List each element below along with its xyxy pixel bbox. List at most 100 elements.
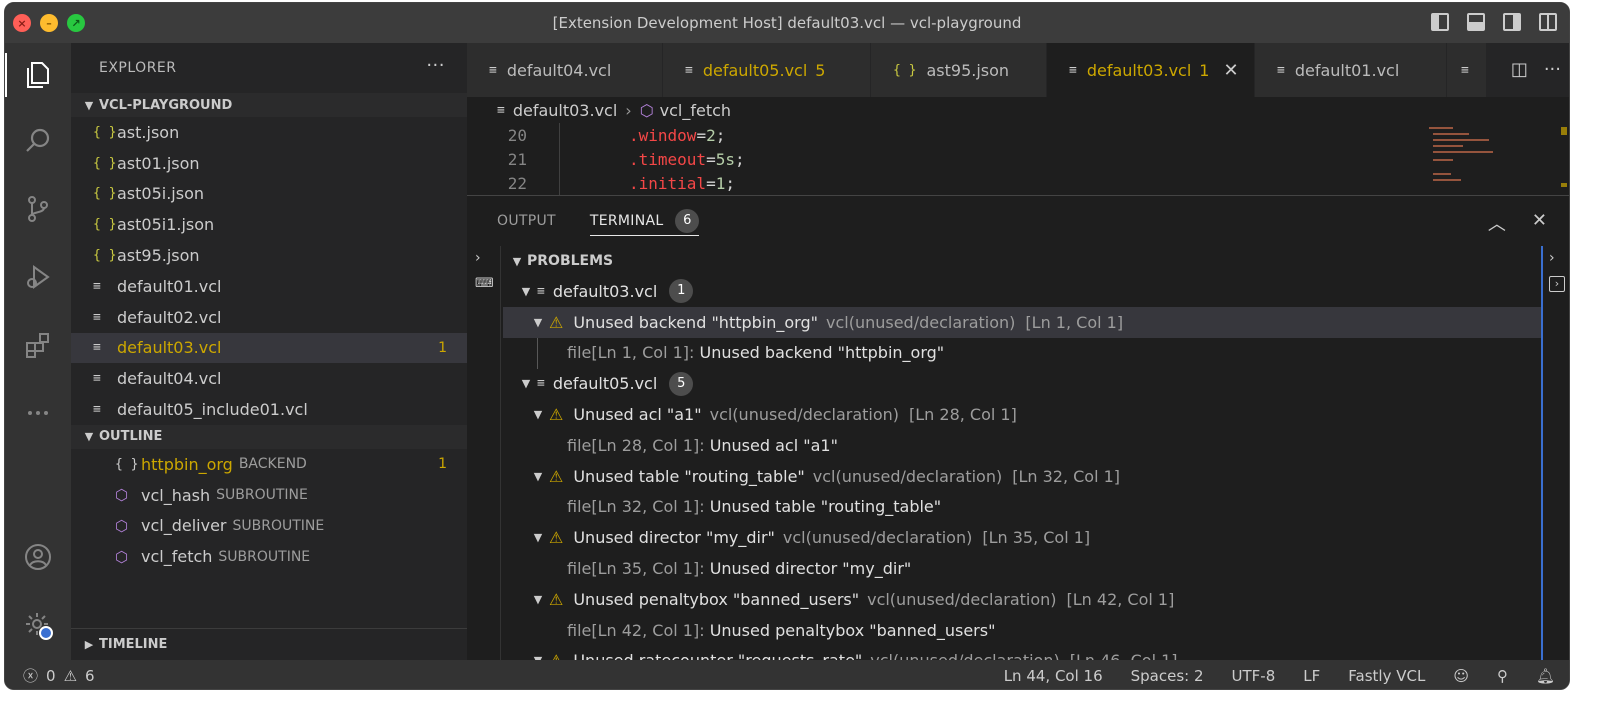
- chevron-down-icon: ▼: [521, 284, 531, 298]
- problem-row[interactable]: ▼ ⚠ Unused table "routing_table" vcl(unu…: [503, 461, 1541, 492]
- file-item-selected[interactable]: ≡ default03.vcl 1: [71, 332, 467, 364]
- outline-title: OUTLINE: [99, 429, 163, 445]
- encoding[interactable]: UTF-8: [1232, 667, 1276, 685]
- problems-title: PROBLEMS: [527, 253, 614, 269]
- maximize-window-button[interactable]: ↗: [67, 14, 85, 32]
- outline-item[interactable]: ⬡ vcl_deliver SUBROUTINE: [71, 511, 467, 542]
- notifications-bell-icon[interactable]: 🔔︎: [1536, 667, 1555, 685]
- problem-row-selected[interactable]: ▼ ⚠ Unused backend "httpbin_org" vcl(unu…: [503, 306, 1541, 338]
- run-debug-icon[interactable]: [5, 251, 71, 303]
- more-actions-icon[interactable]: ···: [1544, 59, 1561, 80]
- source-control-icon[interactable]: [5, 183, 71, 235]
- tab-output[interactable]: OUTPUT: [497, 196, 556, 246]
- minimap[interactable]: [1425, 123, 1569, 195]
- cursor-position[interactable]: Ln 44, Col 16: [1004, 667, 1103, 685]
- explorer-header: EXPLORER ···: [71, 43, 467, 93]
- tab-label: default05.vcl: [702, 60, 808, 80]
- project-section-header[interactable]: ▼ VCL-PLAYGROUND: [71, 93, 467, 117]
- toggle-secondary-sidebar-icon[interactable]: [1503, 13, 1521, 31]
- maximize-panel-icon[interactable]: ︿: [1488, 210, 1506, 236]
- file-name: ast05i1.json: [117, 215, 215, 235]
- problem-detail-row[interactable]: file[Ln 42, Col 1]: Unused penaltybox "b…: [503, 615, 1541, 646]
- file-item[interactable]: { } ast.json: [71, 117, 467, 148]
- tab-default04[interactable]: ≡ default04.vcl: [467, 43, 663, 97]
- toggle-panel-icon[interactable]: [1467, 13, 1485, 31]
- json-file-icon: { }: [93, 217, 117, 233]
- problems-status[interactable]: ⓧ 0 ⚠ 6: [5, 665, 95, 686]
- code-operator: =: [706, 173, 716, 193]
- minimap-line: [1429, 127, 1453, 129]
- file-item[interactable]: ≡ default04.vcl: [71, 363, 467, 394]
- extensions-icon[interactable]: [5, 319, 71, 371]
- file-item[interactable]: { } ast05i1.json: [71, 209, 467, 240]
- problem-detail-row[interactable]: file[Ln 32, Col 1]: Unused table "routin…: [503, 492, 1541, 523]
- minimize-window-button[interactable]: –: [40, 14, 58, 32]
- search-icon[interactable]: [5, 115, 71, 167]
- tab-problem-count: 5: [815, 60, 826, 80]
- problems-header[interactable]: ▼ PROBLEMS: [503, 246, 1541, 276]
- manage-gear-icon[interactable]: [5, 599, 71, 651]
- chevron-right-icon[interactable]: ›: [475, 250, 481, 266]
- close-panel-icon[interactable]: ✕: [1532, 210, 1547, 236]
- outline-item[interactable]: { } httpbin_org BACKEND 1: [71, 449, 467, 480]
- file-item[interactable]: ≡ default05_include01.vcl: [71, 394, 467, 425]
- split-editor-icon[interactable]: ◫: [1511, 59, 1528, 80]
- outline-tree: { } httpbin_org BACKEND 1 ⬡ vcl_hash SUBROUTI…: [71, 449, 467, 572]
- terminal-icon[interactable]: ›: [1549, 276, 1565, 292]
- problem-detail-row[interactable]: file[Ln 28, Col 1]: Unused acl "a1": [503, 430, 1541, 461]
- close-tab-icon[interactable]: ✕: [1223, 60, 1238, 81]
- close-window-button[interactable]: ×: [13, 14, 31, 32]
- problem-detail-row[interactable]: file[Ln 35, Col 1]: Unused director "my_…: [503, 553, 1541, 584]
- problem-row[interactable]: ▼ ⚠ Unused director "my_dir" vcl(unused/…: [503, 522, 1541, 553]
- tab-label: default03.vcl: [1086, 60, 1192, 80]
- line-ending[interactable]: LF: [1303, 667, 1320, 685]
- code-value: 2: [706, 125, 716, 145]
- warning-count: 6: [85, 666, 95, 685]
- file-item[interactable]: ≡ default01.vcl: [71, 271, 467, 302]
- problem-row[interactable]: ▼ ⚠ Unused acl "a1" vcl(unused/declarati…: [503, 399, 1541, 430]
- problem-file-row[interactable]: ▼ ≡ default03.vcl 1: [503, 276, 1541, 307]
- more-views-icon[interactable]: [5, 387, 71, 439]
- error-icon: ⓧ: [23, 667, 39, 685]
- explorer-more-icon[interactable]: ···: [426, 55, 445, 76]
- timeline-section-header[interactable]: ▶ TIMELINE: [71, 628, 467, 660]
- toggle-primary-sidebar-icon[interactable]: [1431, 13, 1449, 31]
- tab-default05[interactable]: ≡ default05.vcl 5: [663, 43, 871, 97]
- file-item[interactable]: ≡ default02.vcl: [71, 302, 467, 333]
- outline-item[interactable]: ⬡ vcl_fetch SUBROUTINE: [71, 541, 467, 572]
- chevron-right-icon[interactable]: ›: [1549, 250, 1555, 266]
- breadcrumb-symbol[interactable]: vcl_fetch: [660, 101, 731, 120]
- tab-default01[interactable]: ≡ default01.vcl: [1255, 43, 1447, 97]
- outline-section-header[interactable]: ▼ OUTLINE: [71, 424, 467, 449]
- file-item[interactable]: { } ast05i.json: [71, 179, 467, 210]
- tab-default03[interactable]: ≡ default03.vcl 1 ✕: [1047, 43, 1255, 97]
- file-item[interactable]: { } ast95.json: [71, 240, 467, 271]
- code-value: 1: [715, 173, 726, 193]
- outline-item[interactable]: ⬡ vcl_hash SUBROUTINE: [71, 480, 467, 511]
- tab-overflow[interactable]: ≡: [1447, 43, 1487, 97]
- problem-row[interactable]: ▼ ⚠ Unused ratecounter "requests_rate" v…: [503, 646, 1541, 661]
- problem-file-row[interactable]: ▼ ≡ default05.vcl 5: [503, 368, 1541, 399]
- outline-name: httpbin_org: [141, 454, 233, 474]
- copilot-icon[interactable]: ☺: [1453, 667, 1469, 685]
- chevron-right-icon: ▶: [84, 638, 94, 651]
- layout-controls: [1431, 13, 1557, 31]
- vcl-file-icon: ≡: [93, 371, 101, 387]
- indentation[interactable]: Spaces: 2: [1131, 667, 1204, 685]
- problem-message: Unused acl "a1": [573, 405, 702, 425]
- accounts-icon[interactable]: [5, 531, 71, 583]
- file-item[interactable]: { } ast01.json: [71, 148, 467, 179]
- customize-layout-icon[interactable]: [1539, 13, 1557, 31]
- tab-terminal[interactable]: TERMINAL 6: [589, 206, 700, 236]
- terminal-debug-icon[interactable]: ⌨: [475, 276, 494, 291]
- minimap-line: [1433, 159, 1453, 161]
- chevron-down-icon: ▼: [521, 377, 531, 391]
- problem-detail-row[interactable]: file[Ln 1, Col 1]: Unused backend "httpb…: [503, 337, 1541, 369]
- explorer-icon[interactable]: [5, 49, 71, 101]
- feedback-icon[interactable]: ⚲: [1497, 667, 1508, 685]
- code-editor[interactable]: 20 .window = 2; 21 .timeout = 5s; 22 .initi…: [467, 123, 1427, 195]
- problem-row[interactable]: ▼ ⚠ Unused penaltybox "banned_users" vcl…: [503, 584, 1541, 615]
- breadcrumb-file[interactable]: default03.vcl: [513, 101, 617, 120]
- tab-ast95[interactable]: { } ast95.json: [871, 43, 1047, 97]
- language-mode[interactable]: Fastly VCL: [1348, 667, 1425, 685]
